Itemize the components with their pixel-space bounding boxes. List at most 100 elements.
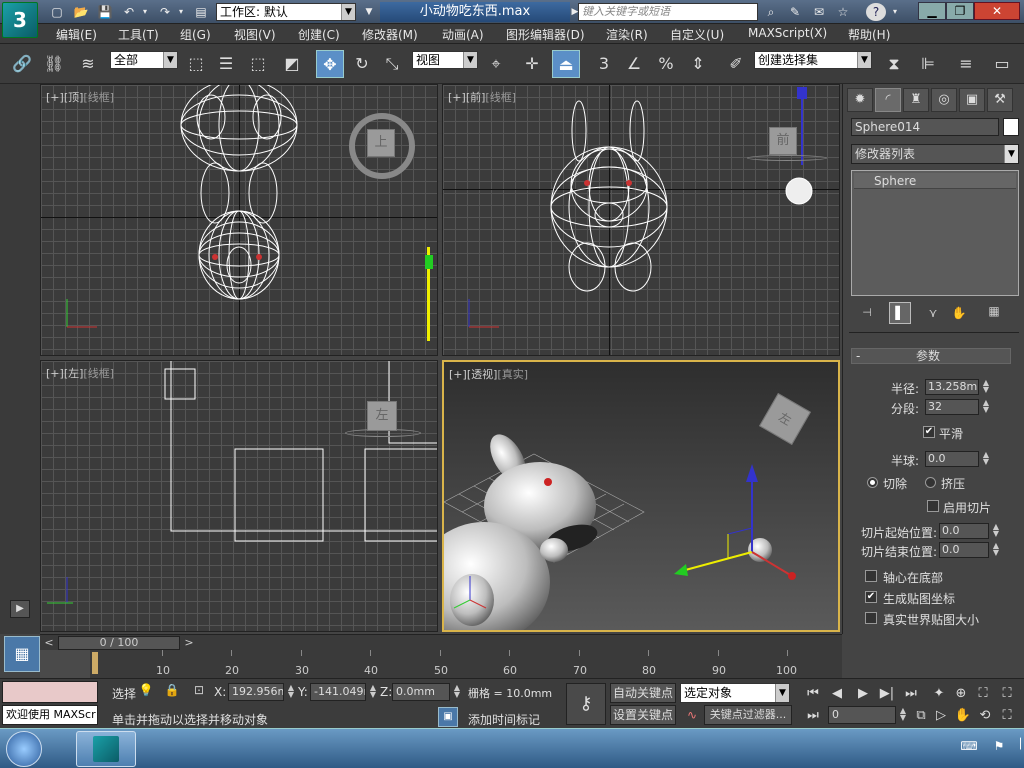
time-slider[interactable]: < 0 / 100 > [40, 634, 842, 650]
window-crossing-icon[interactable]: ◩ [278, 50, 306, 78]
x-coord-field[interactable]: 192.956mm [228, 683, 284, 701]
generate-mapping-checkbox[interactable]: ✔ [865, 591, 877, 603]
viewport-plus-menu[interactable]: [+] [46, 91, 64, 104]
x-coord-spinner-icon[interactable]: ▲ ▼ [286, 684, 296, 700]
viewport-shading-mode[interactable]: [线框] [83, 91, 114, 104]
menu-create[interactable]: 创建(C) [298, 26, 340, 43]
time-tag-icon[interactable]: ▣ [438, 707, 458, 727]
field-of-view-icon[interactable]: ▷ [930, 705, 952, 727]
modifier-stack[interactable]: Sphere [851, 170, 1019, 296]
pan-view-hand-icon[interactable]: ✋ [952, 705, 974, 727]
radius-spinner[interactable]: 13.258mm [925, 379, 979, 395]
parameters-rollout-header[interactable]: - 参数 [851, 348, 1011, 364]
real-world-map-checkbox[interactable] [865, 612, 877, 624]
go-to-start-icon[interactable]: ⏮ [802, 683, 824, 705]
remove-modifier-icon[interactable]: ✋ [949, 306, 969, 322]
help-icon[interactable]: ? [866, 3, 886, 21]
minimize-button[interactable]: ▁ [918, 2, 946, 20]
menu-modifiers[interactable]: 修改器(M) [362, 26, 418, 43]
selection-filter-dropdown[interactable]: 全部 ▼ [110, 51, 178, 69]
frame-counter[interactable]: 0 / 100 [58, 636, 180, 650]
viewcube-ring[interactable] [747, 155, 827, 161]
menu-help[interactable]: 帮助(H) [848, 26, 890, 43]
menu-tools[interactable]: 工具(T) [118, 26, 159, 43]
viewcube[interactable]: 左 [367, 401, 397, 431]
app-logo-menu-button[interactable]: 3 [2, 2, 38, 38]
hemisphere-spinner-arrows-icon[interactable]: ▲ ▼ [981, 451, 991, 467]
current-frame-spinner-icon[interactable]: ▲ ▼ [898, 707, 908, 723]
restore-button[interactable]: ❐ [946, 2, 974, 20]
menu-views[interactable]: 视图(V) [234, 26, 276, 43]
slice-on-checkbox[interactable] [927, 500, 939, 512]
select-and-rotate-icon[interactable]: ↻ [348, 50, 376, 78]
zoom-extents-icon[interactable]: ⛶ [972, 683, 994, 705]
viewport-label-top[interactable]: [+][顶][线框] [46, 89, 114, 105]
keyboard-tray-icon[interactable]: ⌨ [960, 739, 978, 757]
selection-lock-icon[interactable]: 🔒 [164, 683, 180, 701]
viewport-plus-menu[interactable]: [+] [448, 91, 466, 104]
pivot-center-icon[interactable]: ⌖ [482, 50, 510, 78]
slice-from-spinner[interactable]: 0.0 [939, 523, 989, 539]
z-coord-spinner-icon[interactable]: ▲ ▼ [452, 684, 462, 700]
viewport-front[interactable]: 前 [+][前][线框] [442, 84, 840, 356]
hierarchy-tab-icon[interactable]: ♜ [903, 88, 929, 112]
reference-coordinate-dropdown[interactable]: 视图 ▼ [412, 51, 478, 69]
align-icon[interactable]: ⊫ [914, 50, 942, 78]
pin-stack-icon[interactable]: ⊣ [857, 306, 877, 322]
maxscript-mini-listener-top[interactable] [2, 681, 98, 703]
binoculars-icon[interactable]: ⌕ [762, 3, 780, 21]
communication-center-icon[interactable]: ✉ [810, 3, 828, 21]
object-color-swatch[interactable] [1003, 118, 1019, 136]
windows-start-icon[interactable] [6, 731, 42, 767]
named-selection-sets-input[interactable]: 创建选择集 ▼ [754, 51, 872, 69]
chop-radio[interactable] [867, 477, 878, 488]
modifier-list-dropdown[interactable]: 修改器列表 ▼ [851, 144, 1019, 164]
bind-to-space-warp-icon[interactable]: ≋ [74, 50, 102, 78]
motion-tab-icon[interactable]: ◎ [931, 88, 957, 112]
save-file-icon[interactable]: 💾 [96, 3, 114, 21]
favorites-star-icon[interactable]: ☆ [834, 3, 852, 21]
open-file-icon[interactable]: 📂 [72, 3, 90, 21]
y-coord-field[interactable]: -141.049m [310, 683, 366, 701]
viewport-shading-mode[interactable]: [真实] [497, 368, 528, 381]
zoom-extents-all-icon[interactable]: ⛶ [996, 683, 1018, 705]
set-key-mode-key-icon[interactable]: ⚷ [566, 683, 606, 725]
key-mode-toggle-icon[interactable]: ✦ [928, 683, 950, 705]
next-frame-icon[interactable]: ▶| [876, 683, 898, 705]
viewcube[interactable]: 上 [367, 129, 395, 157]
percent-snap-icon[interactable]: % [652, 50, 680, 78]
segments-spinner[interactable]: 32 [925, 399, 979, 415]
subscription-key-icon[interactable]: ✎ [786, 3, 804, 21]
configure-modifier-sets-icon[interactable]: ▦ [983, 304, 1005, 324]
menu-edit[interactable]: 编辑(E) [56, 26, 97, 43]
viewport-label-front[interactable]: [+][前][线框] [448, 89, 516, 105]
key-filters-button[interactable]: 关键点过滤器... [704, 705, 792, 725]
menu-rendering[interactable]: 渲染(R) [606, 26, 648, 43]
viewcube[interactable]: 前 [769, 127, 797, 155]
time-configuration-icon[interactable]: ⧉ [910, 705, 932, 727]
zoom-icon[interactable]: ⊕ [950, 683, 972, 705]
stack-item-sphere[interactable]: Sphere [854, 173, 1016, 189]
select-and-scale-icon[interactable]: ⤡ [378, 50, 406, 78]
viewport-layout-icon[interactable]: ▦ [4, 636, 40, 672]
track-bar[interactable]: 10 20 30 40 50 60 70 80 90 100 [40, 650, 842, 678]
auto-key-button[interactable]: 自动关键点 [610, 683, 676, 703]
menu-customize[interactable]: 自定义(U) [670, 26, 724, 43]
select-object-icon[interactable]: ⬚ [182, 50, 210, 78]
key-filters-curve-icon[interactable]: ∿ [682, 705, 702, 725]
search-input[interactable]: 键入关键字或短语 [578, 3, 758, 21]
time-config-icon[interactable]: ⏭ [802, 705, 824, 727]
create-tab-sun-icon[interactable]: ✹ [847, 88, 873, 112]
modify-tab-icon[interactable]: ◜ [875, 88, 901, 112]
time-slider-next-button[interactable]: > [182, 636, 196, 650]
show-desktop-icon[interactable]: ▕ [1010, 739, 1024, 757]
tray-flag-icon[interactable]: ⚑ [990, 739, 1008, 757]
utilities-tab-hammer-icon[interactable]: ⚒ [987, 88, 1013, 112]
z-coord-field[interactable]: 0.0mm [392, 683, 450, 701]
maxscript-mini-listener[interactable]: 欢迎使用 MAXScr [2, 705, 98, 725]
slice-to-spinner[interactable]: 0.0 [939, 542, 989, 558]
mirror-icon[interactable]: ⧗ [880, 50, 908, 78]
viewport-point-of-view[interactable]: [左] [64, 367, 84, 380]
select-and-link-icon[interactable]: 🔗 [8, 50, 36, 78]
previous-frame-icon[interactable]: ◀ [826, 683, 848, 705]
